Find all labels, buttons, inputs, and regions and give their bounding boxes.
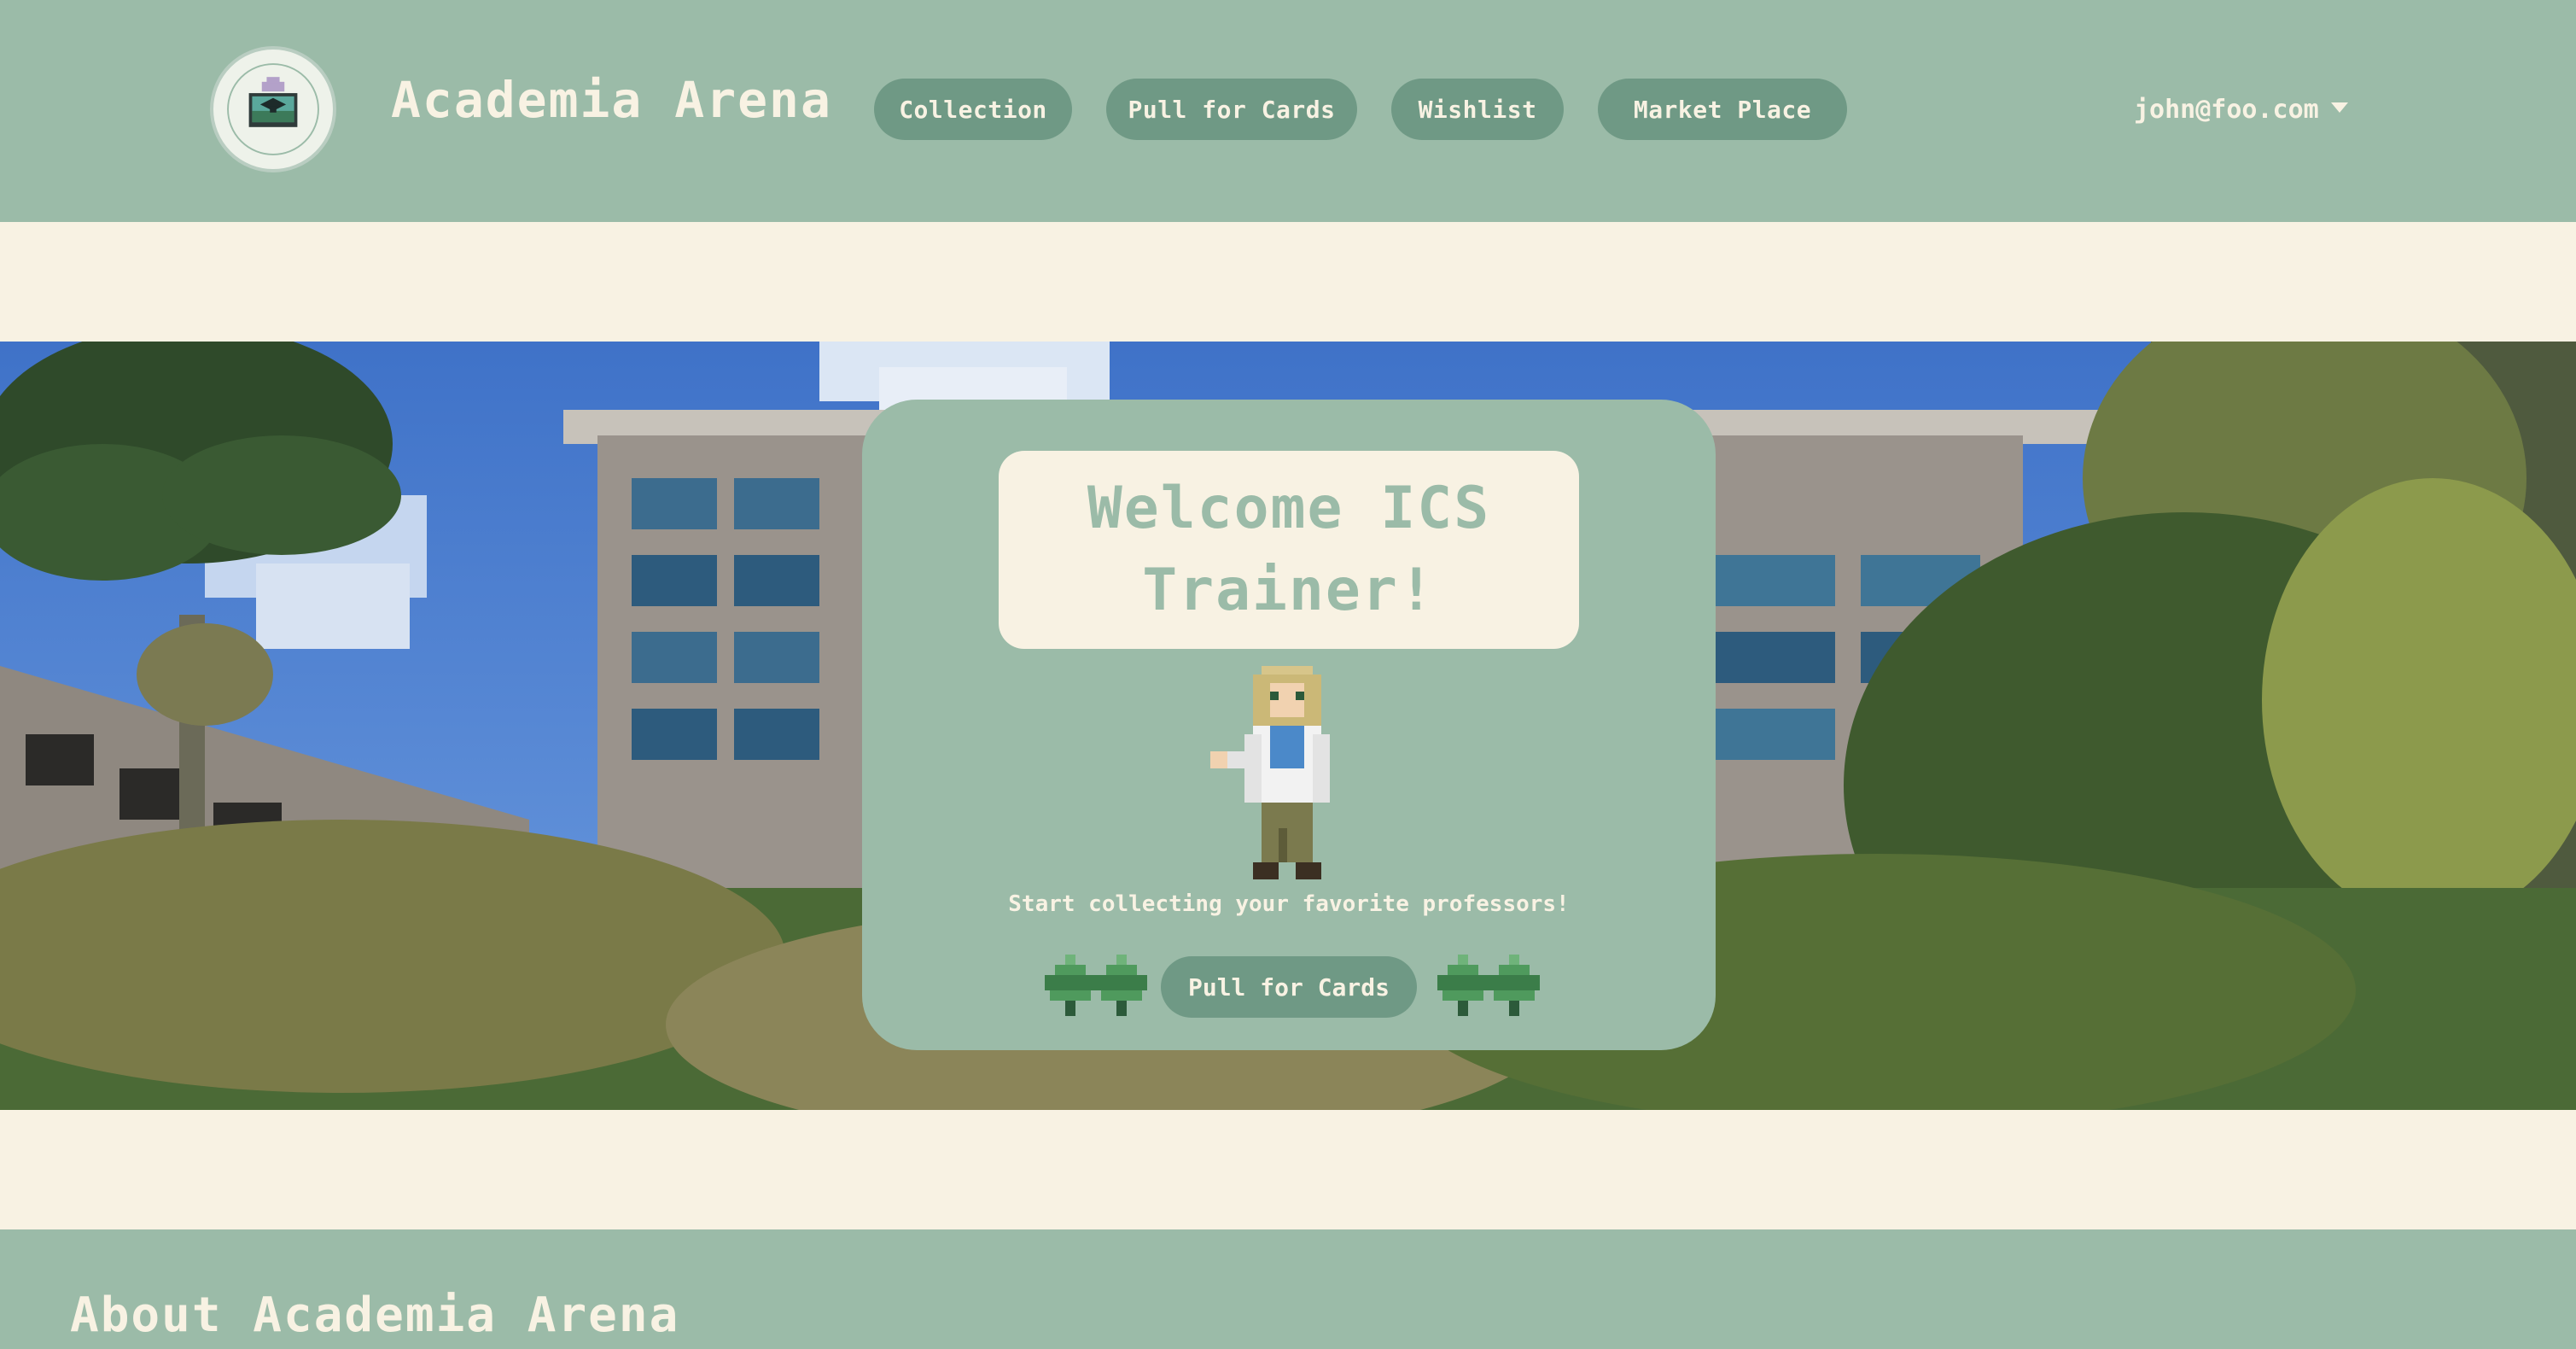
academia-arena-logo[interactable]: [210, 46, 336, 172]
user-menu-dropdown[interactable]: john@foo.com: [2134, 89, 2383, 130]
professor-sprite: [1210, 664, 1364, 890]
chevron-down-icon: [2330, 102, 2348, 113]
leaf-icon: [1091, 953, 1152, 1018]
brand-title[interactable]: Academia Arena: [391, 75, 832, 125]
hero-pull-for-cards-button[interactable]: Pull for Cards: [1161, 956, 1417, 1018]
about-title: About Academia Arena: [70, 1288, 680, 1343]
hero-tagline: Start collecting your favorite professor…: [1008, 891, 1570, 917]
user-email: john@foo.com: [2134, 94, 2319, 125]
nav-wishlist[interactable]: Wishlist: [1391, 79, 1564, 140]
about-section: About Academia Arena: [0, 1229, 2576, 1349]
navbar: Academia Arena Collection Pull for Cards…: [0, 0, 2576, 222]
welcome-title: Welcome ICS Trainer!: [1087, 475, 1491, 624]
nav-collection[interactable]: Collection: [874, 79, 1072, 140]
nav-pull-for-cards[interactable]: Pull for Cards: [1106, 79, 1357, 140]
nav-market-place[interactable]: Market Place: [1598, 79, 1847, 140]
leaf-icon: [1483, 953, 1545, 1018]
welcome-title-box: Welcome ICS Trainer!: [999, 451, 1579, 649]
